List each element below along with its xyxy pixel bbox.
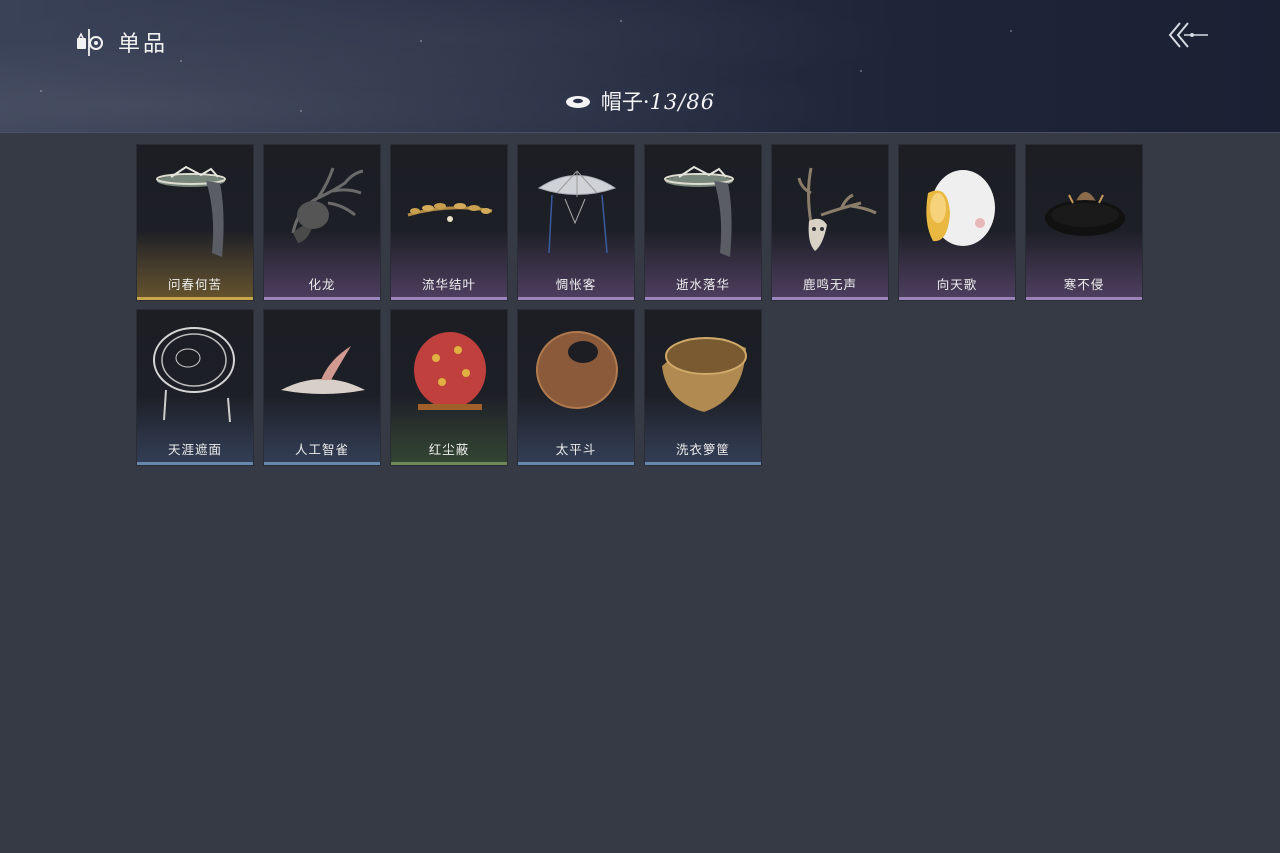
item-name: 鹿鸣无声 — [802, 277, 857, 292]
item-name: 人工智雀 — [294, 442, 349, 457]
item-name: 逝水落华 — [675, 277, 730, 292]
item-name: 化龙 — [308, 277, 336, 292]
category-count: 13/86 — [649, 90, 716, 114]
item-name: 天涯遮面 — [167, 442, 222, 457]
rarity-bar — [391, 462, 507, 465]
item-name: 红尘蔽 — [428, 442, 470, 457]
item-card[interactable]: 流华结叶 — [390, 144, 508, 301]
rarity-bar — [137, 462, 253, 465]
woven-basket-hat-icon — [536, 331, 618, 409]
item-name: 惆怅客 — [555, 277, 597, 292]
dragon-head-icon — [291, 167, 364, 243]
item-card[interactable]: 鹿鸣无声 — [771, 144, 889, 301]
page-title-group: 单品 — [74, 26, 168, 58]
item-name: 向天歌 — [936, 277, 978, 292]
item-name: 洗衣箩筐 — [675, 442, 730, 457]
rarity-bar — [899, 297, 1015, 300]
wardrobe-icon — [77, 29, 103, 56]
rarity-bar — [772, 297, 888, 300]
golden-leaf-crown-icon — [407, 203, 493, 222]
deer-skull-icon — [797, 167, 877, 251]
item-card[interactable]: 寒不侵 — [1025, 144, 1143, 301]
item-card[interactable]: 逝水落华 — [644, 144, 762, 301]
item-name: 流华结叶 — [421, 277, 476, 292]
rarity-bar — [518, 297, 634, 300]
rarity-bar — [645, 297, 761, 300]
item-card[interactable]: 红尘蔽 — [390, 309, 508, 466]
top-bar: 单品 帽子·13/86 — [0, 0, 1280, 133]
item-card[interactable]: 天涯遮面 — [136, 309, 254, 466]
item-name: 太平斗 — [555, 442, 597, 457]
laundry-basket-icon — [662, 337, 747, 412]
item-card[interactable]: 人工智雀 — [263, 309, 381, 466]
rarity-bar — [518, 462, 634, 465]
item-card[interactable]: 化龙 — [263, 144, 381, 301]
item-card[interactable]: 向天歌 — [898, 144, 1016, 301]
duck-hood-icon — [926, 170, 995, 246]
page-title: 单品 — [118, 32, 169, 57]
rarity-bar — [645, 462, 761, 465]
fur-hat-icon — [1045, 192, 1125, 236]
rarity-bar — [391, 297, 507, 300]
bird-hat-icon — [281, 346, 365, 394]
bamboo-frame-hat-icon — [153, 327, 235, 423]
item-name: 寒不侵 — [1063, 277, 1105, 292]
item-card[interactable]: 惆怅客 — [517, 144, 635, 301]
item-card[interactable]: 问春何苦 — [136, 144, 254, 301]
item-card[interactable]: 洗衣箩筐 — [644, 309, 762, 466]
item-grid: 问春何苦 化龙 流华结叶 惆怅客 逝水落华 鹿鸣无声 向天歌 寒不侵 天涯遮面 … — [136, 144, 1143, 466]
item-card[interactable]: 太平斗 — [517, 309, 635, 466]
category-header: 帽子·13/86 — [0, 86, 1280, 116]
conical-hat-icon — [537, 170, 617, 254]
back-arrow-icon[interactable] — [1166, 18, 1210, 52]
rarity-bar — [264, 297, 380, 300]
veiled-bamboo-hat-icon — [156, 165, 226, 257]
hat-icon — [565, 96, 590, 108]
category-label: 帽子· — [600, 90, 650, 114]
red-hood-icon — [414, 332, 486, 410]
item-name: 问春何苦 — [167, 277, 222, 292]
veiled-bamboo-hat-icon — [664, 165, 734, 257]
rarity-bar — [1026, 297, 1142, 300]
rarity-bar — [137, 297, 253, 300]
rarity-bar — [264, 462, 380, 465]
